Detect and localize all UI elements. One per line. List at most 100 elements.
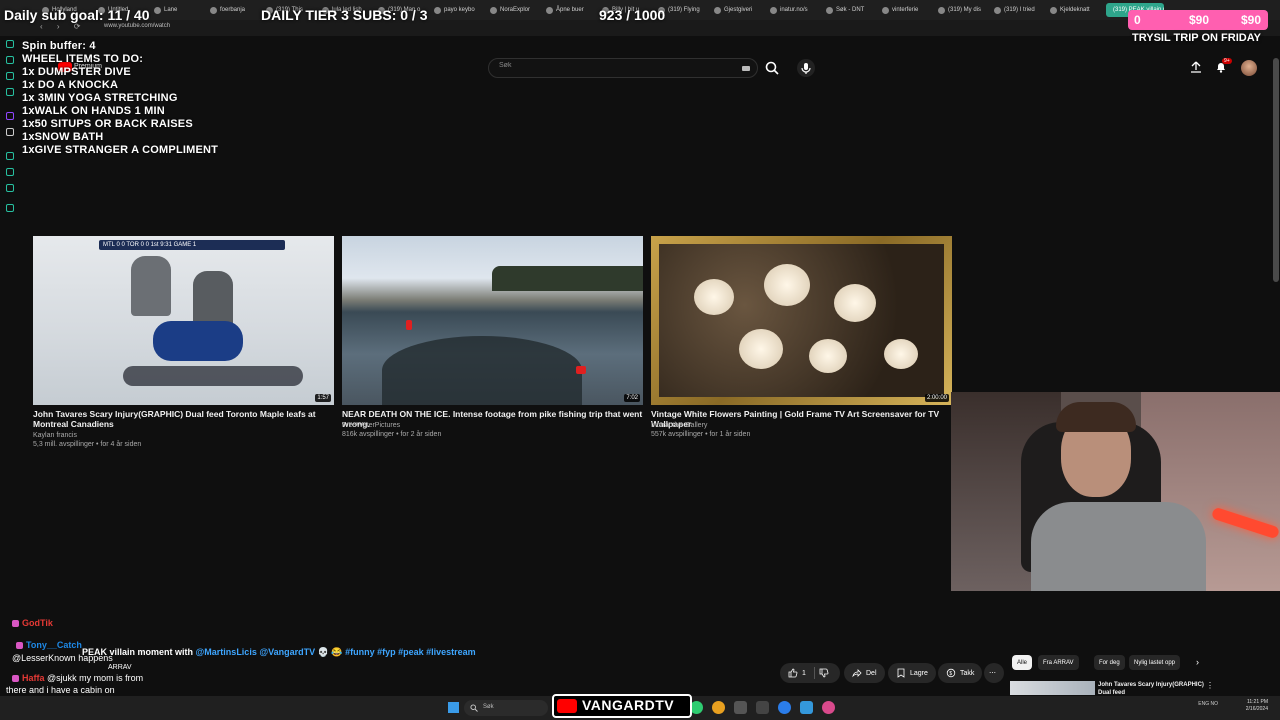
kebab-menu-icon[interactable]: ⋮ <box>1206 681 1214 690</box>
browser-tab[interactable]: Gjestgiveri <box>714 3 764 17</box>
browser-tab[interactable]: Lane <box>154 3 204 17</box>
video-thumbnail[interactable]: 2:00:00 <box>651 236 952 405</box>
browser-tab[interactable]: (319) I tried <box>994 3 1044 17</box>
recommended-video[interactable]: John Tavares Scary Injury(GRAPHIC) Dual … <box>1010 681 1280 697</box>
webcam-hoodie <box>1031 502 1206 591</box>
wheel-item: 1x DUMPSTER DIVE <box>22 66 131 78</box>
sidebar-whatsapp-icon[interactable] <box>6 72 14 80</box>
tab-favicon-icon <box>770 6 777 14</box>
painting-canvas <box>659 244 944 397</box>
chip-for-you[interactable]: For deg <box>1094 655 1125 670</box>
sidebar-extensions-icon[interactable] <box>6 184 14 192</box>
chip-all[interactable]: Alle <box>1012 655 1033 670</box>
account-avatar[interactable] <box>1241 60 1257 76</box>
browser-icon[interactable] <box>800 701 813 714</box>
browser-nav-icons[interactable]: ‹ › ⟳ <box>40 22 86 31</box>
windows-start-icon[interactable] <box>448 702 459 713</box>
url-text[interactable]: www.youtube.com/watch <box>104 23 170 29</box>
share-button[interactable]: Del <box>844 663 885 683</box>
terminal-icon[interactable] <box>756 701 769 714</box>
thumbs-down-icon[interactable] <box>819 668 829 678</box>
flower-shape <box>884 339 918 369</box>
chat-badge-icon <box>12 675 19 683</box>
divider <box>813 667 815 679</box>
chrome-icon[interactable] <box>712 701 725 714</box>
description-mentions[interactable]: @MartinsLicis @VangardTV <box>196 647 316 657</box>
recommended-thumbnail[interactable] <box>1010 681 1095 695</box>
wheel-list: Spin buffer: 4 WHEEL ITEMS TO DO: 1x DUM… <box>22 40 218 157</box>
app-icon[interactable] <box>734 701 747 714</box>
tab-favicon-icon <box>714 6 721 14</box>
sidebar-store-icon[interactable] <box>6 56 14 64</box>
tab-label: foerbanja <box>220 7 246 13</box>
browser-tab[interactable]: vinterferie <box>882 3 932 17</box>
description-emoji: 💀 😂 <box>317 647 343 657</box>
video-channel[interactable]: Interactive Gallery <box>651 422 707 429</box>
language-indicator[interactable]: ENG NO <box>1198 701 1218 707</box>
tab-favicon-icon <box>154 6 161 14</box>
chat-user: @LesserKnown <box>12 653 76 663</box>
mic-button[interactable] <box>797 59 815 77</box>
tab-label: Åpne buer <box>556 7 584 13</box>
video-duration: 2:00:00 <box>924 394 949 402</box>
sidebar-messenger-icon[interactable] <box>6 88 14 96</box>
thumb-red-handle <box>406 320 412 330</box>
edge-icon[interactable] <box>778 701 791 714</box>
sidebar-twitch-icon[interactable] <box>6 112 14 120</box>
thanks-icon: $ <box>946 668 956 678</box>
browser-tab[interactable]: foerbanja <box>210 3 260 17</box>
recommended-title[interactable]: John Tavares Scary Injury(GRAPHIC) Dual … <box>1098 681 1208 697</box>
more-actions-button[interactable]: ⋯ <box>984 663 1004 683</box>
keyboard-icon[interactable] <box>742 66 750 71</box>
browser-tab[interactable]: NoraExplor <box>490 3 540 17</box>
bookmark-icon <box>897 668 905 678</box>
chat-user: ARRAV <box>108 664 132 671</box>
video-meta: 5,3 mill. avspillinger • for 4 år siden <box>33 441 142 448</box>
opera-icon[interactable] <box>822 701 835 714</box>
save-button[interactable]: Lagre <box>888 663 936 683</box>
chip-recently-uploaded[interactable]: Nylig lastet opp <box>1129 655 1181 670</box>
video-thumbnail[interactable]: MTL 0 0 TOR 0 0 1st 9:31 GAME 1 1:57 <box>33 236 334 405</box>
wheel-item: 1xSNOW BATH <box>22 131 104 143</box>
browser-tab[interactable]: (319) My dis <box>938 3 988 17</box>
chat-user: GodTik <box>22 618 53 628</box>
thanks-button[interactable]: $ Takk <box>938 663 983 683</box>
sidebar-downloads-icon[interactable] <box>6 168 14 176</box>
browser-tab[interactable]: (319) Flying <box>658 3 708 17</box>
browser-tab[interactable]: Åpne buer <box>546 3 596 17</box>
chip-from-arrav[interactable]: Fra ARRAV <box>1038 655 1079 670</box>
sidebar-settings-icon[interactable] <box>6 204 14 212</box>
browser-tab[interactable]: Kjeldeknatt <box>1050 3 1100 17</box>
system-clock[interactable]: 11:21 PM 2/16/2024 <box>1246 699 1268 713</box>
taskbar-search[interactable]: Søk <box>464 700 548 716</box>
vangardtv-brand: VANGARDTV <box>552 694 692 718</box>
wheel-item: 1x DO A KNOCKA <box>22 79 119 91</box>
video-channel[interactable]: Kaylan francis <box>33 432 77 439</box>
sidebar-x-icon[interactable] <box>6 128 14 136</box>
chevron-right-icon[interactable]: › <box>1196 657 1199 667</box>
thumb-ice-hole <box>382 336 582 405</box>
search-icon[interactable] <box>764 60 780 76</box>
donation-left: 0 <box>1134 13 1141 27</box>
brand-name: VANGARDTV <box>582 697 675 713</box>
save-label: Lagre <box>910 669 928 677</box>
sidebar-home-icon[interactable] <box>6 40 14 48</box>
upload-icon[interactable] <box>1189 60 1203 74</box>
browser-tab[interactable]: inatur.no/s <box>770 3 820 17</box>
tab-label: Søk - DNT <box>836 7 865 13</box>
page-scrollbar[interactable] <box>1273 58 1279 282</box>
sidebar-history-icon[interactable] <box>6 152 14 160</box>
browser-tab[interactable]: payo keybo <box>434 3 484 17</box>
search-input[interactable] <box>497 61 731 70</box>
tab-favicon-icon <box>210 6 217 14</box>
video-title[interactable]: John Tavares Scary Injury(GRAPHIC) Dual … <box>33 409 343 429</box>
thumb-figure <box>123 366 303 386</box>
browser-tab[interactable]: Søk - DNT <box>826 3 876 17</box>
video-thumbnail[interactable]: 7:02 <box>342 236 643 405</box>
search-box[interactable] <box>488 58 758 78</box>
like-button[interactable]: 1 <box>780 663 840 683</box>
description-hashtags[interactable]: #funny #fyp #peak #livestream <box>345 647 476 657</box>
chat-message: Tony__Catch <box>16 640 82 650</box>
video-channel[interactable]: FreeWaterPictures <box>342 422 400 429</box>
taskbar-search-label: Søk <box>483 704 494 710</box>
